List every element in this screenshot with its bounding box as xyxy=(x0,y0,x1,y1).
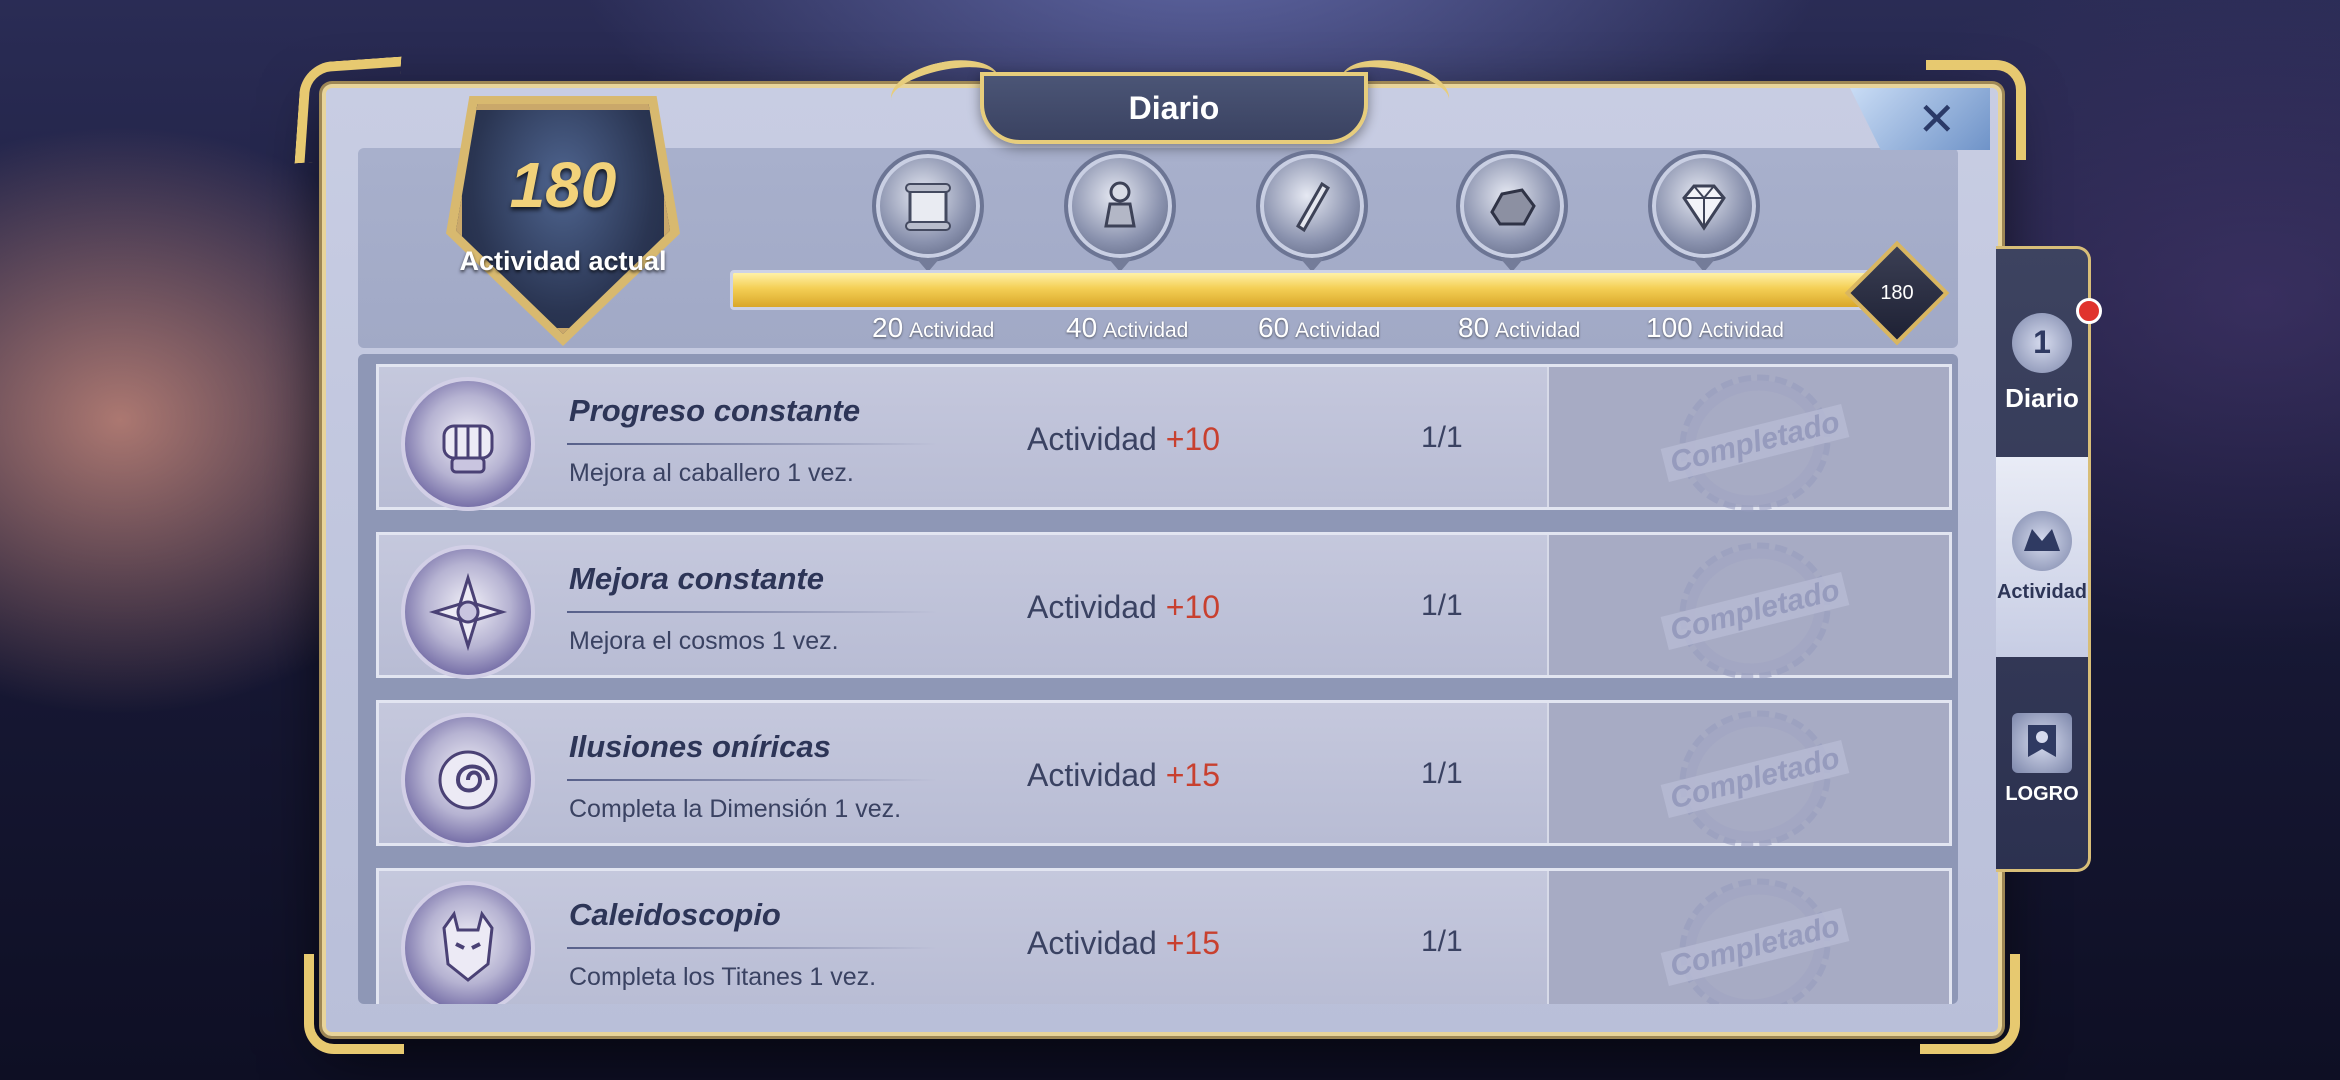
task-progress-count: 1/1 xyxy=(1421,925,1463,958)
close-icon: ✕ xyxy=(1917,92,1956,146)
crystal-rod-icon xyxy=(1296,181,1330,233)
milestone-reward-100[interactable] xyxy=(1648,150,1760,276)
current-activity-label: Actividad actual xyxy=(459,246,667,276)
milestone-label-20: 20 Actividad xyxy=(872,312,995,343)
ore-icon xyxy=(1490,188,1536,226)
tab-logro[interactable]: LOGRO xyxy=(1996,659,2088,859)
task-description: Completa los Titanes 1 vez. xyxy=(569,963,877,991)
side-tab-bar: 1 Diario Actividad LOGRO xyxy=(1996,246,2091,872)
task-name: Ilusiones oníricas xyxy=(569,729,831,764)
task-description: Mejora el cosmos 1 vez. xyxy=(569,627,839,655)
task-name: Caleidoscopio xyxy=(569,897,781,932)
tab-actividad[interactable]: Actividad xyxy=(1996,457,2088,657)
current-activity-badge: 180 Actividad actual xyxy=(438,96,688,346)
milestone-label-100: 100 Actividad xyxy=(1646,312,1784,343)
star-emblem-icon xyxy=(428,572,508,652)
list-item[interactable]: Ilusiones oníricas Completa la Dimensión… xyxy=(376,694,1952,864)
task-progress-count: 1/1 xyxy=(1421,421,1463,454)
tab-label: LOGRO xyxy=(2005,782,2079,805)
titan-helmet-icon xyxy=(442,910,494,982)
list-item[interactable]: Progreso constante Mejora al caballero 1… xyxy=(376,358,1952,528)
daily-badge-icon: 1 xyxy=(2012,312,2072,373)
task-reward: Actividad +15 xyxy=(1027,757,1221,793)
swirl-icon xyxy=(438,750,498,810)
tab-diario[interactable]: 1 Diario xyxy=(1996,263,2088,463)
task-name: Mejora constante xyxy=(569,561,824,596)
milestone-reward-60[interactable] xyxy=(1256,150,1368,276)
milestone-label-80: 80 Actividad xyxy=(1458,312,1581,343)
activity-progress-bar xyxy=(730,270,1886,310)
list-item[interactable]: Caleidoscopio Completa los Titanes 1 vez… xyxy=(376,862,1952,1004)
task-name: Progreso constante xyxy=(569,393,861,428)
window-title: Diario xyxy=(980,72,1368,144)
progress-end-value: 180 xyxy=(1880,281,1914,304)
task-progress-count: 1/1 xyxy=(1421,757,1463,790)
task-reward: Actividad +10 xyxy=(1027,421,1221,457)
task-reward: Actividad +10 xyxy=(1027,589,1221,625)
current-activity-value: 180 xyxy=(509,149,617,221)
milestone-reward-40[interactable] xyxy=(1064,150,1176,276)
tab-label: Diario xyxy=(2005,382,2079,413)
task-reward: Actividad +15 xyxy=(1027,925,1221,961)
banner-icon xyxy=(2012,712,2072,773)
diamond-icon xyxy=(1682,184,1726,231)
milestone-reward-20[interactable] xyxy=(872,150,984,276)
dragon-crest-icon xyxy=(2012,510,2072,571)
scroll-icon xyxy=(905,183,951,231)
task-description: Completa la Dimensión 1 vez. xyxy=(569,795,902,823)
notification-dot xyxy=(2076,298,2102,324)
milestone-reward-80[interactable] xyxy=(1456,150,1568,276)
task-list[interactable]: Progreso constante Mejora al caballero 1… xyxy=(358,354,1958,1004)
activity-progress-fill xyxy=(733,273,1883,307)
task-description: Mejora al caballero 1 vez. xyxy=(569,459,854,487)
milestone-label-40: 40 Actividad xyxy=(1066,312,1189,343)
milestone-label-60: 60 Actividad xyxy=(1258,312,1381,343)
task-progress-count: 1/1 xyxy=(1421,589,1463,622)
fist-icon xyxy=(442,424,494,474)
list-item[interactable]: Mejora constante Mejora el cosmos 1 vez.… xyxy=(376,526,1952,696)
stone-chess-icon xyxy=(1104,181,1136,228)
tab-label: Actividad xyxy=(1996,580,2088,603)
